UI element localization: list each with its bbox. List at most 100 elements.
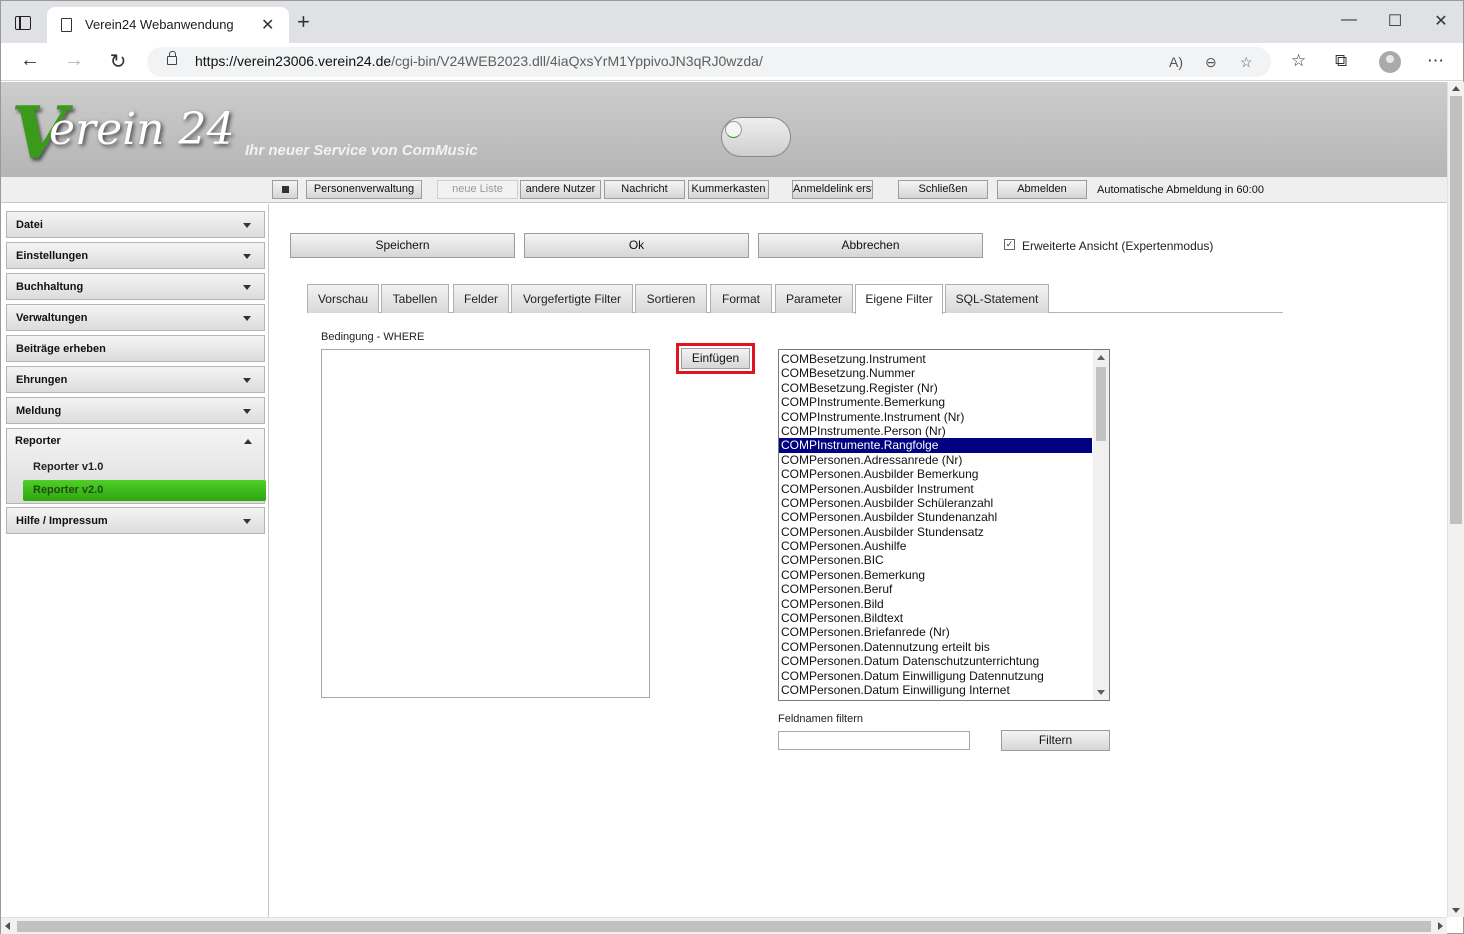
profile-avatar[interactable] — [1379, 51, 1401, 73]
list-item[interactable]: COMBesetzung.Instrument — [779, 352, 1092, 366]
expert-mode-checkbox[interactable]: ✓ — [1004, 239, 1015, 250]
field-listbox[interactable]: COMBesetzung.Instrument COMBesetzung.Numm… — [778, 349, 1110, 701]
scroll-thumb[interactable] — [1096, 367, 1106, 441]
scroll-left-icon[interactable] — [5, 922, 10, 930]
filter-button[interactable]: Filtern — [1001, 730, 1110, 751]
personenverwaltung-button[interactable]: Personenverwaltung — [306, 180, 422, 199]
more-menu-icon[interactable]: ⋯ — [1427, 51, 1444, 71]
tab-format[interactable]: Format — [710, 284, 772, 313]
list-item[interactable]: COMPersonen.Aushilfe — [779, 539, 1092, 553]
close-tab-icon[interactable]: ✕ — [261, 15, 274, 35]
list-item[interactable]: COMPersonen.Ausbilder Instrument — [779, 482, 1092, 496]
ok-button[interactable]: Ok — [524, 233, 749, 258]
kummerkasten-button[interactable]: Kummerkasten — [688, 180, 769, 199]
list-item[interactable]: COMPersonen.Ausbilder Bemerkung — [779, 467, 1092, 481]
scroll-thumb[interactable] — [17, 921, 1431, 932]
browser-window: Verein24 Webanwendung ✕ + — ☐ ✕ ← → ↻ ht… — [0, 0, 1464, 934]
close-window-icon[interactable]: ✕ — [1418, 11, 1464, 31]
list-item[interactable]: COMPInstrumente.Instrument (Nr) — [779, 410, 1092, 424]
back-icon[interactable]: ← — [15, 49, 45, 72]
sidebar-item-beitraege[interactable]: Beiträge erheben — [6, 335, 265, 362]
stop-icon — [281, 185, 289, 193]
insert-button[interactable]: Einfügen — [681, 348, 750, 369]
list-item[interactable]: COMPInstrumente.Bemerkung — [779, 395, 1092, 409]
save-button[interactable]: Speichern — [290, 233, 515, 258]
minimize-icon[interactable]: — — [1326, 11, 1372, 29]
list-item[interactable]: COMPersonen.Ausbilder Stundensatz — [779, 525, 1092, 539]
sidebar-subitem-reporter-v2[interactable]: Reporter v2.0 — [23, 480, 266, 501]
list-item[interactable]: COMPersonen.BIC — [779, 553, 1092, 567]
sidebar-item-buchhaltung[interactable]: Buchhaltung — [6, 273, 265, 300]
tab-parameter[interactable]: Parameter — [775, 284, 853, 313]
expert-mode-label: Erweiterte Ansicht (Expertenmodus) — [1022, 239, 1214, 253]
collections-icon[interactable]: ⧉ — [1335, 51, 1347, 71]
scroll-down-icon[interactable] — [1097, 690, 1105, 695]
scroll-thumb[interactable] — [1450, 96, 1462, 524]
abmelden-button[interactable]: Abmelden — [997, 180, 1087, 199]
list-item[interactable]: COMPersonen.Datum Datenschutzunterrichtu… — [779, 654, 1092, 668]
list-item[interactable]: COMBesetzung.Register (Nr) — [779, 381, 1092, 395]
sidebar-item-datei[interactable]: Datei — [6, 211, 265, 238]
list-item[interactable]: COMPersonen.Beruf — [779, 582, 1092, 596]
list-item[interactable]: COMPInstrumente.Rangfolge — [779, 438, 1092, 453]
tab-tabellen[interactable]: Tabellen — [381, 284, 449, 313]
andere-nutzer-button[interactable]: andere Nutzer — [520, 180, 601, 199]
sidebar-item-einstellungen[interactable]: Einstellungen — [6, 242, 265, 269]
list-item[interactable]: COMPersonen.Ausbilder Stundenanzahl — [779, 510, 1092, 524]
refresh-icon[interactable]: ↻ — [103, 49, 133, 74]
list-item[interactable]: COMPersonen.Datum Einwilligung Datennutz… — [779, 669, 1092, 683]
neue-liste-button[interactable]: neue Liste — [437, 180, 518, 199]
where-textarea[interactable] — [321, 349, 650, 698]
list-item[interactable]: COMPersonen.Ausbilder Schüleranzahl — [779, 496, 1092, 510]
zoom-icon[interactable]: ⊖ — [1205, 54, 1217, 71]
list-item[interactable]: COMPInstrumente.Person (Nr) — [779, 424, 1092, 438]
fieldname-filter-input[interactable] — [778, 731, 970, 750]
sidebar-item-meldung[interactable]: Meldung — [6, 397, 265, 424]
tab-sortieren[interactable]: Sortieren — [635, 284, 707, 313]
listbox-scrollbar[interactable] — [1093, 350, 1109, 700]
anmeldelink-button[interactable]: Anmeldelink erst — [792, 180, 873, 199]
list-item[interactable]: COMPersonen.Bildtext — [779, 611, 1092, 625]
page-vertical-scrollbar[interactable] — [1447, 82, 1464, 917]
add-favorite-icon[interactable]: ☆ — [1240, 54, 1253, 71]
sidebar-item-reporter[interactable]: Reporter — [6, 428, 265, 455]
list-item[interactable]: COMPersonen.Adressanrede (Nr) — [779, 453, 1092, 467]
sidebar-item-ehrungen[interactable]: Ehrungen — [6, 366, 265, 393]
new-tab-icon[interactable]: + — [297, 11, 310, 33]
maximize-icon[interactable]: ☐ — [1372, 11, 1418, 31]
tab-sql-statement[interactable]: SQL-Statement — [945, 284, 1049, 313]
chevron-down-icon — [243, 519, 251, 524]
scroll-up-icon[interactable] — [1097, 355, 1105, 360]
tab-vorschau[interactable]: Vorschau — [307, 284, 379, 313]
tab-eigene-filter[interactable]: Eigene Filter — [855, 284, 943, 314]
scroll-up-icon[interactable] — [1452, 86, 1460, 91]
nachricht-button[interactable]: Nachricht — [604, 180, 685, 199]
list-item[interactable]: COMPersonen.Bild — [779, 597, 1092, 611]
sidebar-subitem-reporter-v1[interactable]: Reporter v1.0 — [23, 457, 266, 478]
tab-actions-icon[interactable] — [15, 16, 31, 30]
forward-icon[interactable]: → — [59, 49, 89, 72]
favorites-icon[interactable]: ☆ — [1291, 51, 1306, 71]
fieldname-filter-label: Feldnamen filtern — [778, 713, 863, 725]
browser-tab[interactable]: Verein24 Webanwendung ✕ — [47, 7, 289, 43]
list-item[interactable]: COMPersonen.Briefanrede (Nr) — [779, 625, 1092, 639]
tab-felder[interactable]: Felder — [453, 284, 509, 313]
scroll-right-icon[interactable] — [1438, 922, 1443, 930]
schliessen-button[interactable]: Schließen — [898, 180, 988, 199]
list-item[interactable]: COMPersonen.Bemerkung — [779, 568, 1092, 582]
page-horizontal-scrollbar[interactable] — [1, 917, 1447, 934]
page-icon — [61, 18, 72, 32]
lock-icon[interactable] — [167, 51, 177, 65]
url-field[interactable]: https://verein23006.verein24.de/cgi-bin/… — [147, 47, 1271, 77]
cancel-button[interactable]: Abbrechen — [758, 233, 983, 258]
tab-vorgefertigte-filter[interactable]: Vorgefertigte Filter — [511, 284, 633, 313]
scroll-down-icon[interactable] — [1452, 908, 1460, 913]
read-aloud-icon[interactable]: A) — [1169, 54, 1183, 70]
sidebar-item-verwaltungen[interactable]: Verwaltungen — [6, 304, 265, 331]
theme-toggle[interactable] — [721, 117, 791, 157]
list-item[interactable]: COMPersonen.Datum Einwilligung Internet — [779, 683, 1092, 697]
sidebar-item-hilfe[interactable]: Hilfe / Impressum — [6, 507, 265, 534]
list-item[interactable]: COMBesetzung.Nummer — [779, 366, 1092, 380]
stop-button[interactable] — [272, 180, 298, 199]
list-item[interactable]: COMPersonen.Datennutzung erteilt bis — [779, 640, 1092, 654]
